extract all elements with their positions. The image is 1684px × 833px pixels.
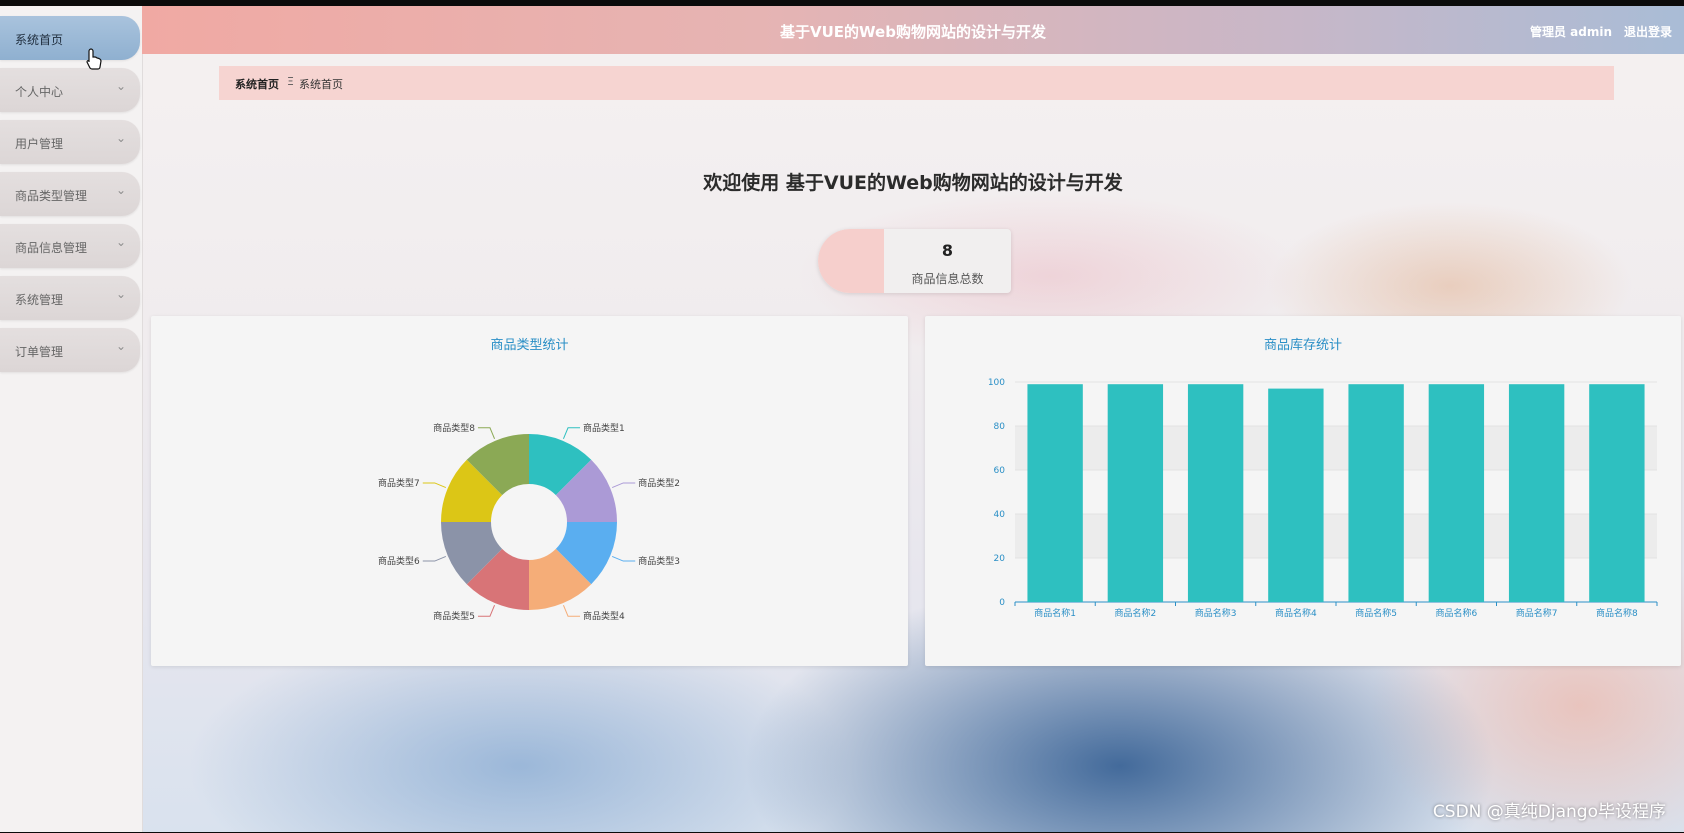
sidebar-item-label: 商品信息管理 <box>15 241 88 255</box>
sidebar-item-profile[interactable]: 个人中心 ⌄ <box>0 68 140 112</box>
sidebar-item-label: 商品类型管理 <box>15 189 88 203</box>
bar <box>1187 384 1244 602</box>
pie-label-line <box>562 604 581 617</box>
chevron-down-icon: ⌄ <box>115 131 126 145</box>
breadcrumb: 系统首页 Ξ 系统首页 <box>219 66 1614 100</box>
chevron-down-icon: ⌄ <box>115 287 126 301</box>
x-tick-label: 商品名称1 <box>1034 607 1076 619</box>
sidebar-item-label: 个人中心 <box>15 85 64 99</box>
bar <box>1027 384 1083 602</box>
y-tick-label: 60 <box>994 466 1006 476</box>
sidebar-item-home[interactable]: 系统首页 <box>0 16 140 60</box>
pie-label-line <box>477 427 496 440</box>
sidebar-item-label: 订单管理 <box>15 345 64 359</box>
x-tick-label: 商品名称3 <box>1195 607 1237 619</box>
header-title: 基于VUE的Web购物网站的设计与开发 <box>780 23 1046 41</box>
pie-label-line <box>422 555 447 562</box>
sidebar-item-users[interactable]: 用户管理 ⌄ <box>0 120 140 164</box>
admin-label: 管理员 admin <box>1529 25 1612 39</box>
pie-label: 商品类型8 <box>433 422 475 434</box>
pie-label: 商品类型3 <box>638 555 680 567</box>
pie-label: 商品类型7 <box>378 477 420 489</box>
pie-label-line <box>562 427 581 440</box>
chevron-down-icon: ⌄ <box>115 235 126 249</box>
bar <box>1107 384 1164 602</box>
bar <box>1348 384 1404 602</box>
y-tick-label: 0 <box>999 598 1005 608</box>
pie-label: 商品类型5 <box>433 610 475 622</box>
product-stock-chart-panel: 商品库存统计 0 20 40 60 80 100 商品名称1 商品名称2 商品名称3 商品名称4 商… <box>925 316 1681 666</box>
x-tick-label: 商品名称7 <box>1516 607 1558 619</box>
stat-value: 8 <box>941 241 954 260</box>
stat-card: 8 商品信息总数 <box>818 229 1011 293</box>
pie-label-line <box>611 482 636 489</box>
chevron-down-icon: ⌄ <box>115 79 126 93</box>
stat-label: 商品信息总数 <box>911 272 984 286</box>
bar <box>1268 388 1324 602</box>
x-tick-label: 商品名称8 <box>1596 607 1638 619</box>
bar <box>1428 384 1485 602</box>
sidebar: 系统首页 个人中心 ⌄ 用户管理 ⌄ 商品类型管理 ⌄ 商品信息管理 ⌄ 系统管… <box>0 6 143 832</box>
y-tick-label: 80 <box>994 422 1006 432</box>
pie-label-line <box>477 604 496 617</box>
y-tick-label: 100 <box>988 378 1005 388</box>
pie-label: 商品类型2 <box>638 477 680 489</box>
welcome-heading: 欢迎使用 基于VUE的Web购物网站的设计与开发 <box>703 172 1123 194</box>
breadcrumb-separator-icon: Ξ <box>287 75 294 88</box>
x-tick-label: 商品名称5 <box>1355 607 1397 619</box>
pie-label-line <box>611 555 636 562</box>
stat-card-decoration <box>818 229 884 293</box>
breadcrumb-current: 系统首页 <box>299 78 343 91</box>
x-tick-label: 商品名称2 <box>1115 607 1157 619</box>
bar <box>1508 384 1565 602</box>
y-tick-label: 20 <box>994 554 1006 564</box>
x-tick-label: 商品名称6 <box>1436 607 1478 619</box>
chevron-down-icon: ⌄ <box>115 183 126 197</box>
app-frame: 系统首页 个人中心 ⌄ 用户管理 ⌄ 商品类型管理 ⌄ 商品信息管理 ⌄ 系统管… <box>0 6 1684 832</box>
product-type-chart-panel: 商品类型统计 商品类型1 商品类型2 商品类型3 商品类型4 商品类型5 商品类型6 商品类… <box>151 316 908 666</box>
sidebar-item-product-types[interactable]: 商品类型管理 ⌄ <box>0 172 140 216</box>
logout-link[interactable]: 退出登录 <box>1624 23 1672 40</box>
breadcrumb-home[interactable]: 系统首页 <box>235 76 279 92</box>
sidebar-item-label: 系统首页 <box>15 33 64 47</box>
pie-label-line <box>422 482 447 489</box>
pie-label: 商品类型6 <box>378 555 420 567</box>
x-tick-label: 商品名称4 <box>1275 607 1317 619</box>
watermark: CSDN @真纯Django毕设程序 <box>1432 802 1666 822</box>
sidebar-item-label: 用户管理 <box>15 137 64 151</box>
product-type-donut-chart: 商品类型1 商品类型2 商品类型3 商品类型4 商品类型5 商品类型6 商品类型7 商品类型8 <box>378 422 680 622</box>
sidebar-item-orders[interactable]: 订单管理 ⌄ <box>0 328 140 372</box>
hand-pointer-icon <box>86 48 102 70</box>
top-header: 基于VUE的Web购物网站的设计与开发 管理员 admin 退出登录 <box>142 6 1684 54</box>
bar <box>1589 384 1645 602</box>
chevron-down-icon: ⌄ <box>115 339 126 353</box>
sidebar-item-label: 系统管理 <box>15 293 64 307</box>
pie-label: 商品类型1 <box>583 422 625 434</box>
sidebar-item-product-info[interactable]: 商品信息管理 ⌄ <box>0 224 140 268</box>
product-stock-bar-chart: 0 20 40 60 80 100 商品名称1 商品名称2 商品名称3 商品名称4 商品名称5 商品名… <box>988 378 1658 619</box>
sidebar-item-system[interactable]: 系统管理 ⌄ <box>0 276 140 320</box>
y-tick-label: 40 <box>994 510 1006 520</box>
pie-label: 商品类型4 <box>583 610 625 622</box>
